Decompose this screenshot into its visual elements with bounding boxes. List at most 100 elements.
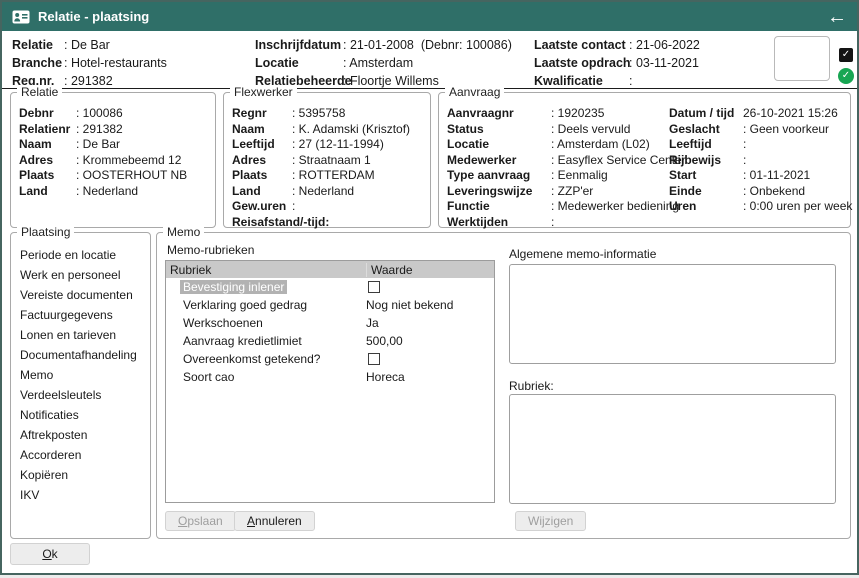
flexwerker-fields: Regnr : 5395758 Naam : K. Adamski (Krisz…	[232, 106, 422, 230]
field-value: : 100086	[76, 106, 123, 122]
field-row: Werktijden :	[447, 215, 686, 231]
field-label: Relatie	[12, 36, 64, 54]
header-column-2: Inschrijfdatum : 21-01-2008 (Debnr: 1000…	[255, 36, 512, 90]
field-row: Leveringswijze : ZZP'er	[447, 184, 686, 200]
field-label: Adres	[19, 153, 76, 169]
table-row[interactable]: Soort cao Horeca	[166, 368, 494, 386]
field-value: : 27 (12-11-1994)	[292, 137, 384, 153]
field-label: Locatie	[255, 54, 343, 72]
waarde-cell: Ja	[366, 316, 494, 330]
rubriek-cell: Soort cao	[166, 370, 366, 384]
header-field-row: Relatie : De Bar	[12, 36, 167, 54]
field-value: : 21-06-2022	[629, 36, 700, 54]
opslaan-button[interactable]: Opslaan	[165, 511, 236, 531]
field-row: Debnr : 100086	[19, 106, 207, 122]
field-value: : Straatnaam 1	[292, 153, 371, 169]
field-row: Naam : K. Adamski (Krisztof)	[232, 122, 422, 138]
waarde-value: 500,00	[366, 334, 403, 348]
waarde-checkbox[interactable]	[368, 353, 380, 365]
sidebar-item[interactable]: Vereiste documenten	[11, 285, 150, 305]
sidebar-item[interactable]: Kopiëren	[11, 465, 150, 485]
column-header-rubriek: Rubriek	[166, 263, 366, 277]
waarde-checkbox[interactable]	[368, 281, 380, 293]
black-checkbox-icon[interactable]: ✓	[839, 48, 853, 62]
field-value: :	[629, 72, 632, 90]
field-label: Gew.uren	[232, 199, 292, 215]
waarde-cell: Nog niet bekend	[366, 298, 494, 312]
sidebar-item[interactable]: Verdeelsleutels	[11, 385, 150, 405]
rubriek-textarea[interactable]	[509, 394, 836, 504]
table-body: Bevestiging inlener Verklaring goed gedr…	[166, 278, 494, 386]
header-field-row: Branche : Hotel-restaurants	[12, 54, 167, 72]
relatie-fields: Debnr : 100086 Relatienr : 291382 Naam :…	[19, 106, 207, 199]
sidebar-item[interactable]: Documentafhandeling	[11, 345, 150, 365]
sidebar-item[interactable]: Memo	[11, 365, 150, 385]
field-value: : Deels vervuld	[551, 122, 630, 138]
sidebar-item[interactable]: Lonen en tarieven	[11, 325, 150, 345]
field-value: : Easyflex Service Center	[551, 153, 686, 169]
field-label: Geslacht	[669, 122, 743, 138]
table-row[interactable]: Bevestiging inlener	[166, 278, 494, 296]
flexwerker-panel: Flexwerker Regnr : 5395758 Naam : K. Ada…	[223, 92, 431, 228]
field-value: : 03-11-2021	[629, 54, 699, 72]
field-value: : Medewerker bediening	[551, 199, 679, 215]
plaatsing-nav-items: Periode en locatie Werk en personeel Ver…	[11, 245, 150, 505]
field-value: : 1920235	[551, 106, 604, 122]
back-arrow-icon[interactable]: ←	[827, 7, 847, 27]
field-value: : 01-11-2021	[743, 168, 810, 184]
table-row[interactable]: Aanvraag kredietlimiet 500,00	[166, 332, 494, 350]
field-label: Medewerker	[447, 153, 551, 169]
memo-rubrieken-table: Rubriek Waarde Bevestiging inlener	[165, 260, 495, 503]
column-header-waarde: Waarde	[366, 263, 494, 277]
field-label: Uren	[669, 199, 743, 215]
field-value: : 0:00 uren per week	[743, 199, 852, 215]
field-value: 26-10-2021 15:26	[743, 106, 838, 122]
sidebar-item[interactable]: Notificaties	[11, 405, 150, 425]
field-row: Functie : Medewerker bediening	[447, 199, 686, 215]
header-field-row: Kwalificatie :	[534, 72, 700, 90]
field-label: Naam	[232, 122, 292, 138]
rubriek-label: Rubriek:	[509, 379, 554, 393]
rubriek-label: Werkschoenen	[180, 316, 266, 330]
field-value: : ZZP'er	[551, 184, 593, 200]
header-column-3: Laatste contact : 21-06-2022 Laatste opd…	[534, 36, 700, 90]
field-row: Naam : De Bar	[19, 137, 207, 153]
table-row[interactable]: Overeenkomst getekend?	[166, 350, 494, 368]
waarde-cell: 500,00	[366, 334, 494, 348]
sidebar-item[interactable]: Aftrekposten	[11, 425, 150, 445]
sidebar-item[interactable]: IKV	[11, 485, 150, 505]
field-label: Inschrijfdatum	[255, 36, 343, 54]
field-value: : 21-01-2008 (Debnr: 100086)	[343, 36, 512, 54]
sidebar-item[interactable]: Factuurgegevens	[11, 305, 150, 325]
field-value: : Amsterdam (L02)	[551, 137, 650, 153]
field-label: Type aanvraag	[447, 168, 551, 184]
sidebar-item[interactable]: Accorderen	[11, 445, 150, 465]
field-value: : Geen voorkeur	[743, 122, 829, 138]
field-row: Gew.uren :	[232, 199, 422, 215]
field-label: Laatste opdrach	[534, 54, 629, 72]
aanvraag-panel: Aanvraag Aanvraagnr : 1920235 Status : D…	[438, 92, 851, 228]
field-row: Reisafstand/-tijd:	[232, 215, 422, 231]
waarde-cell: Horeca	[366, 370, 494, 384]
sidebar-item[interactable]: Periode en locatie	[11, 245, 150, 265]
relatie-panel: Relatie Debnr : 100086 Relatienr : 29138…	[10, 92, 216, 228]
relation-header: Relatie : De Bar Branche : Hotel-restaur…	[2, 31, 857, 89]
wijzigen-button[interactable]: Wijzigen	[515, 511, 586, 531]
titlebar: Relatie - plaatsing ←	[2, 2, 857, 31]
table-row[interactable]: Werkschoenen Ja	[166, 314, 494, 332]
annuleren-button[interactable]: Annuleren	[234, 511, 315, 531]
field-row: Plaats : OOSTERHOUT NB	[19, 168, 207, 184]
field-row: Geslacht : Geen voorkeur	[669, 122, 852, 138]
header-field-row: Inschrijfdatum : 21-01-2008 (Debnr: 1000…	[255, 36, 512, 54]
algemene-memo-textarea[interactable]	[509, 264, 836, 364]
table-row[interactable]: Verklaring goed gedrag Nog niet bekend	[166, 296, 494, 314]
field-value: : Onbekend	[743, 184, 805, 200]
ok-button[interactable]: Ok	[10, 543, 90, 565]
field-value: : ROTTERDAM	[292, 168, 375, 184]
field-row: Plaats : ROTTERDAM	[232, 168, 422, 184]
field-label: Leeftijd	[232, 137, 292, 153]
aanvraag-panel-legend: Aanvraag	[445, 85, 504, 99]
sidebar-item[interactable]: Werk en personeel	[11, 265, 150, 285]
field-value: : Hotel-restaurants	[64, 54, 167, 72]
field-row: Rijbewijs :	[669, 153, 852, 169]
